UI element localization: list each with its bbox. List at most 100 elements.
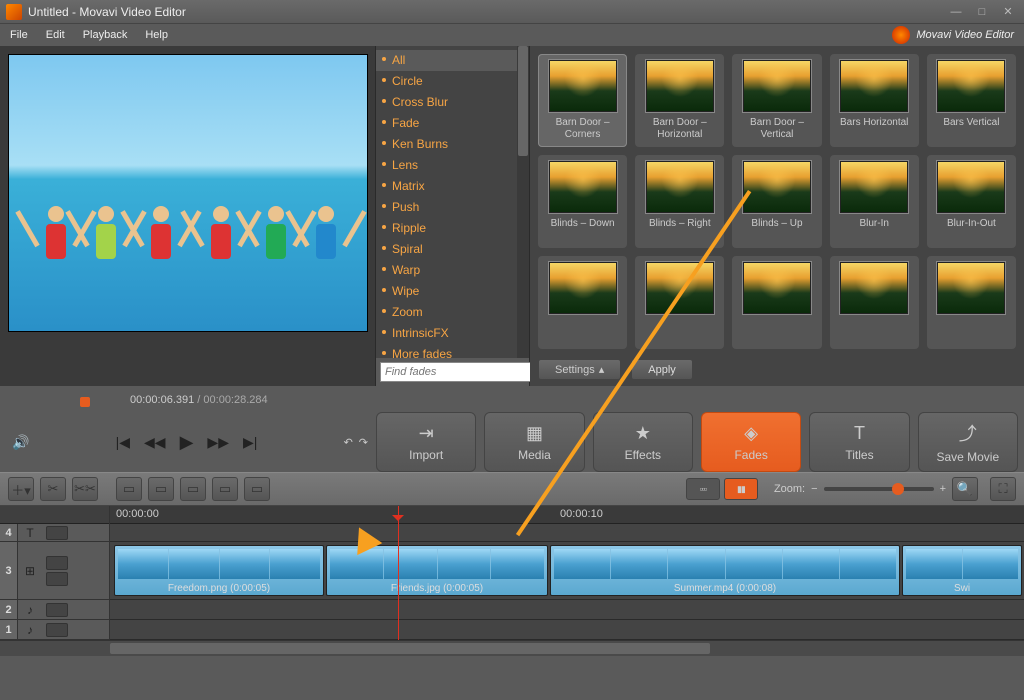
timeline-hscroll[interactable] [0,640,1024,656]
fade-tile[interactable] [538,256,627,349]
zoom-slider[interactable] [824,487,934,491]
zoom-in-icon[interactable]: + [940,483,946,495]
fade-tile[interactable]: Bars Horizontal [830,54,919,147]
cat-item-intrinsicfx[interactable]: IntrinsicFX [376,323,529,344]
fade-tile[interactable] [635,256,724,349]
cat-item-crossblur[interactable]: Cross Blur [376,92,529,113]
fade-tile[interactable] [830,256,919,349]
cat-item-wipe[interactable]: Wipe [376,281,529,302]
fade-tile[interactable]: Blur-In [830,155,919,248]
clip-freedom[interactable]: Freedom.png (0:00:05) [114,545,324,596]
cat-item-fade[interactable]: Fade [376,113,529,134]
fade-tile[interactable]: Bars Vertical [927,54,1016,147]
mode-titles[interactable]: TTitles [809,412,909,472]
cat-item-kenburns[interactable]: Ken Burns [376,134,529,155]
split-button[interactable]: ✂✂ [72,477,98,501]
zoom-thumb[interactable] [892,483,904,495]
mode-effects[interactable]: ★Effects [593,412,693,472]
tool-d[interactable]: ▭ [212,477,238,501]
seek-handle[interactable] [80,397,90,407]
volume-icon[interactable]: 🔊 [12,434,29,451]
fade-tile[interactable]: Barn Door – Corners [538,54,627,147]
tool-b[interactable]: ▭ [148,477,174,501]
track-3-lane[interactable]: Freedom.png (0:00:05) ★ Friends.jpg (0:0… [110,542,1024,600]
track-3-head[interactable]: 3 [0,542,18,599]
cat-item-spiral[interactable]: Spiral [376,239,529,260]
mode-save[interactable]: ⤴Save Movie [918,412,1018,472]
undo-button[interactable]: ↶ [344,436,353,449]
track-1-lane[interactable] [110,620,1024,640]
track-3-vis[interactable] [46,556,68,570]
forward-button[interactable]: ▶▶ [207,434,229,451]
timeline-view-button[interactable]: ▮▮ [724,478,758,500]
mode-fades[interactable]: ◈Fades [701,412,801,472]
prev-frame-button[interactable]: |◀ [116,434,130,451]
fade-thumb [549,262,617,314]
cat-item-morefades[interactable]: More fades [376,344,529,358]
track-1-head[interactable]: 1 [0,620,18,639]
tracks-area[interactable]: 00:00:00 00:00:10 Freedom.png (0:00:05) … [110,506,1024,640]
preview-pane [0,46,375,386]
zoom-out-icon[interactable]: − [811,483,817,495]
cat-item-push[interactable]: Push [376,197,529,218]
cut-button[interactable]: ✂ [40,477,66,501]
fade-thumb [646,161,714,213]
fade-tile[interactable] [732,256,821,349]
cat-item-lens[interactable]: Lens [376,155,529,176]
fade-settings-button[interactable]: Settings▴ [538,359,621,380]
minimize-button[interactable]: — [946,5,966,19]
cat-item-ripple[interactable]: Ripple [376,218,529,239]
menu-help[interactable]: Help [145,29,168,41]
cat-item-all[interactable]: All [376,50,529,71]
cat-item-matrix[interactable]: Matrix [376,176,529,197]
cat-item-zoom[interactable]: Zoom [376,302,529,323]
fade-thumb [549,60,617,112]
fade-category-list[interactable]: All Circle Cross Blur Fade Ken Burns Len… [376,46,529,358]
fullscreen-button[interactable]: ⛶ [990,477,1016,501]
fade-tile[interactable]: Barn Door – Vertical [732,54,821,147]
menu-file[interactable]: File [10,29,28,41]
find-fades-input[interactable] [380,362,533,382]
track-3-mute[interactable] [46,572,68,586]
menu-edit[interactable]: Edit [46,29,65,41]
fade-tile[interactable] [927,256,1016,349]
track-4-lane[interactable] [110,524,1024,542]
track-1-mute[interactable] [46,623,68,637]
clip-swim[interactable]: Swi [902,545,1022,596]
menu-playback[interactable]: Playback [83,29,128,41]
zoom-fit-button[interactable]: 🔍 [952,477,978,501]
storyboard-view-button[interactable]: ▫▫▫ [686,478,720,500]
redo-button[interactable]: ↷ [359,436,368,449]
fade-tile[interactable]: Blur-In-Out [927,155,1016,248]
play-button[interactable]: ▶ [180,432,194,453]
category-scrollbar[interactable] [517,46,529,358]
playhead[interactable] [398,506,399,640]
fade-tile[interactable]: Blinds – Right [635,155,724,248]
track-4-vis[interactable] [46,526,68,540]
mode-media[interactable]: ▦Media [484,412,584,472]
track-2-head[interactable]: 2 [0,600,18,619]
add-track-button[interactable]: ＋▾ [8,477,34,501]
cat-item-circle[interactable]: Circle [376,71,529,92]
fade-tile[interactable]: Blinds – Up [732,155,821,248]
tool-e[interactable]: ▭ [244,477,270,501]
preview-image[interactable] [8,54,368,332]
seekbar[interactable]: 00:00:06.391 / 00:00:28.284 [0,386,1024,412]
fade-tile[interactable]: Barn Door – Horizontal [635,54,724,147]
fade-apply-button[interactable]: Apply [631,359,693,380]
track-2-mute[interactable] [46,603,68,617]
rewind-button[interactable]: ◀◀ [144,434,166,451]
fade-tile[interactable]: Blinds – Down [538,155,627,248]
maximize-button[interactable]: □ [972,5,992,19]
close-button[interactable]: ✕ [998,5,1018,19]
cat-item-warp[interactable]: Warp [376,260,529,281]
tool-a[interactable]: ▭ [116,477,142,501]
clip-summer[interactable]: Summer.mp4 (0:00:08) [550,545,900,596]
track-4-head[interactable]: 4 [0,524,18,541]
track-2-lane[interactable] [110,600,1024,620]
tool-c[interactable]: ▭ [180,477,206,501]
next-frame-button[interactable]: ▶| [243,434,257,451]
clip-friends[interactable]: ★ Friends.jpg (0:00:05) [326,545,548,596]
mode-import[interactable]: ⇥Import [376,412,476,472]
time-ruler[interactable]: 00:00:00 00:00:10 [110,506,1024,524]
